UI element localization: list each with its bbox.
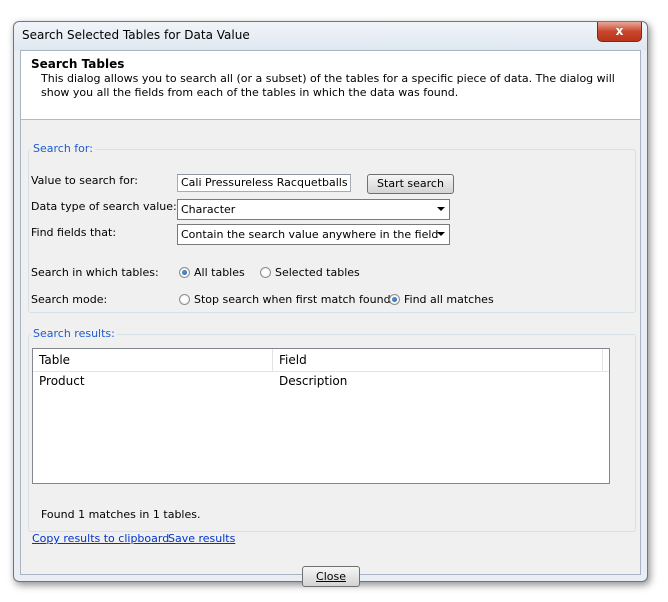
dialog-header: Search Tables This dialog allows you to … (21, 51, 640, 120)
table-cell-table: Product (39, 374, 85, 388)
column-header-table[interactable]: Table (33, 349, 273, 371)
results-table-header: Table Field (33, 349, 609, 372)
datatype-select[interactable]: Character (177, 199, 450, 220)
start-search-button[interactable]: Start search (367, 174, 454, 194)
radio-stop-first-match[interactable] (179, 294, 190, 305)
dialog-client: Search Tables This dialog allows you to … (20, 50, 641, 587)
table-row[interactable]: Product Description (33, 373, 609, 391)
radio-find-all-matches-label[interactable]: Find all matches (404, 293, 494, 306)
datatype-selected-value: Character (181, 203, 236, 216)
window-close-button[interactable]: x (597, 22, 642, 42)
table-cell-field: Description (279, 374, 348, 388)
find-fields-label: Find fields that: (31, 226, 117, 239)
radio-find-all-matches[interactable] (389, 294, 400, 305)
radio-all-tables[interactable] (179, 267, 190, 278)
window-title: Search Selected Tables for Data Value (22, 28, 250, 42)
copy-results-link[interactable]: Copy results to clipboard (32, 532, 169, 545)
column-header-field[interactable]: Field (273, 349, 603, 371)
results-status: Found 1 matches in 1 tables. (41, 508, 201, 521)
search-results-legend: Search results: (31, 327, 117, 340)
title-bar[interactable]: Search Selected Tables for Data Value x (14, 22, 647, 50)
tables-label: Search in which tables: (31, 266, 159, 279)
radio-selected-tables-label[interactable]: Selected tables (275, 266, 360, 279)
find-fields-selected-value: Contain the search value anywhere in the… (181, 228, 439, 241)
find-fields-select[interactable]: Contain the search value anywhere in the… (177, 224, 450, 245)
mode-label: Search mode: (31, 293, 108, 306)
search-value-input[interactable]: Cali Pressureless Racquetballs (177, 174, 351, 192)
search-results-group: Search results: Table Field Product Desc… (28, 327, 636, 532)
value-label: Value to search for: (31, 174, 138, 187)
save-results-link[interactable]: Save results (168, 532, 235, 545)
header-description: This dialog allows you to search all (or… (41, 72, 615, 99)
radio-stop-first-match-label[interactable]: Stop search when first match found (194, 293, 391, 306)
header-title: Search Tables (31, 57, 125, 71)
search-for-legend: Search for: (31, 142, 95, 155)
close-button[interactable]: Close (302, 566, 360, 587)
datatype-label: Data type of search value: (31, 200, 177, 213)
chevron-down-icon (437, 232, 445, 236)
radio-selected-tables[interactable] (260, 267, 271, 278)
radio-all-tables-label[interactable]: All tables (194, 266, 245, 279)
dialog-window: Search Selected Tables for Data Value x … (13, 21, 648, 587)
chevron-down-icon (437, 207, 445, 211)
results-table[interactable]: Table Field Product Description (32, 348, 610, 484)
close-icon: x (615, 24, 624, 38)
search-for-group: Search for: Value to search for: Cali Pr… (28, 142, 636, 313)
